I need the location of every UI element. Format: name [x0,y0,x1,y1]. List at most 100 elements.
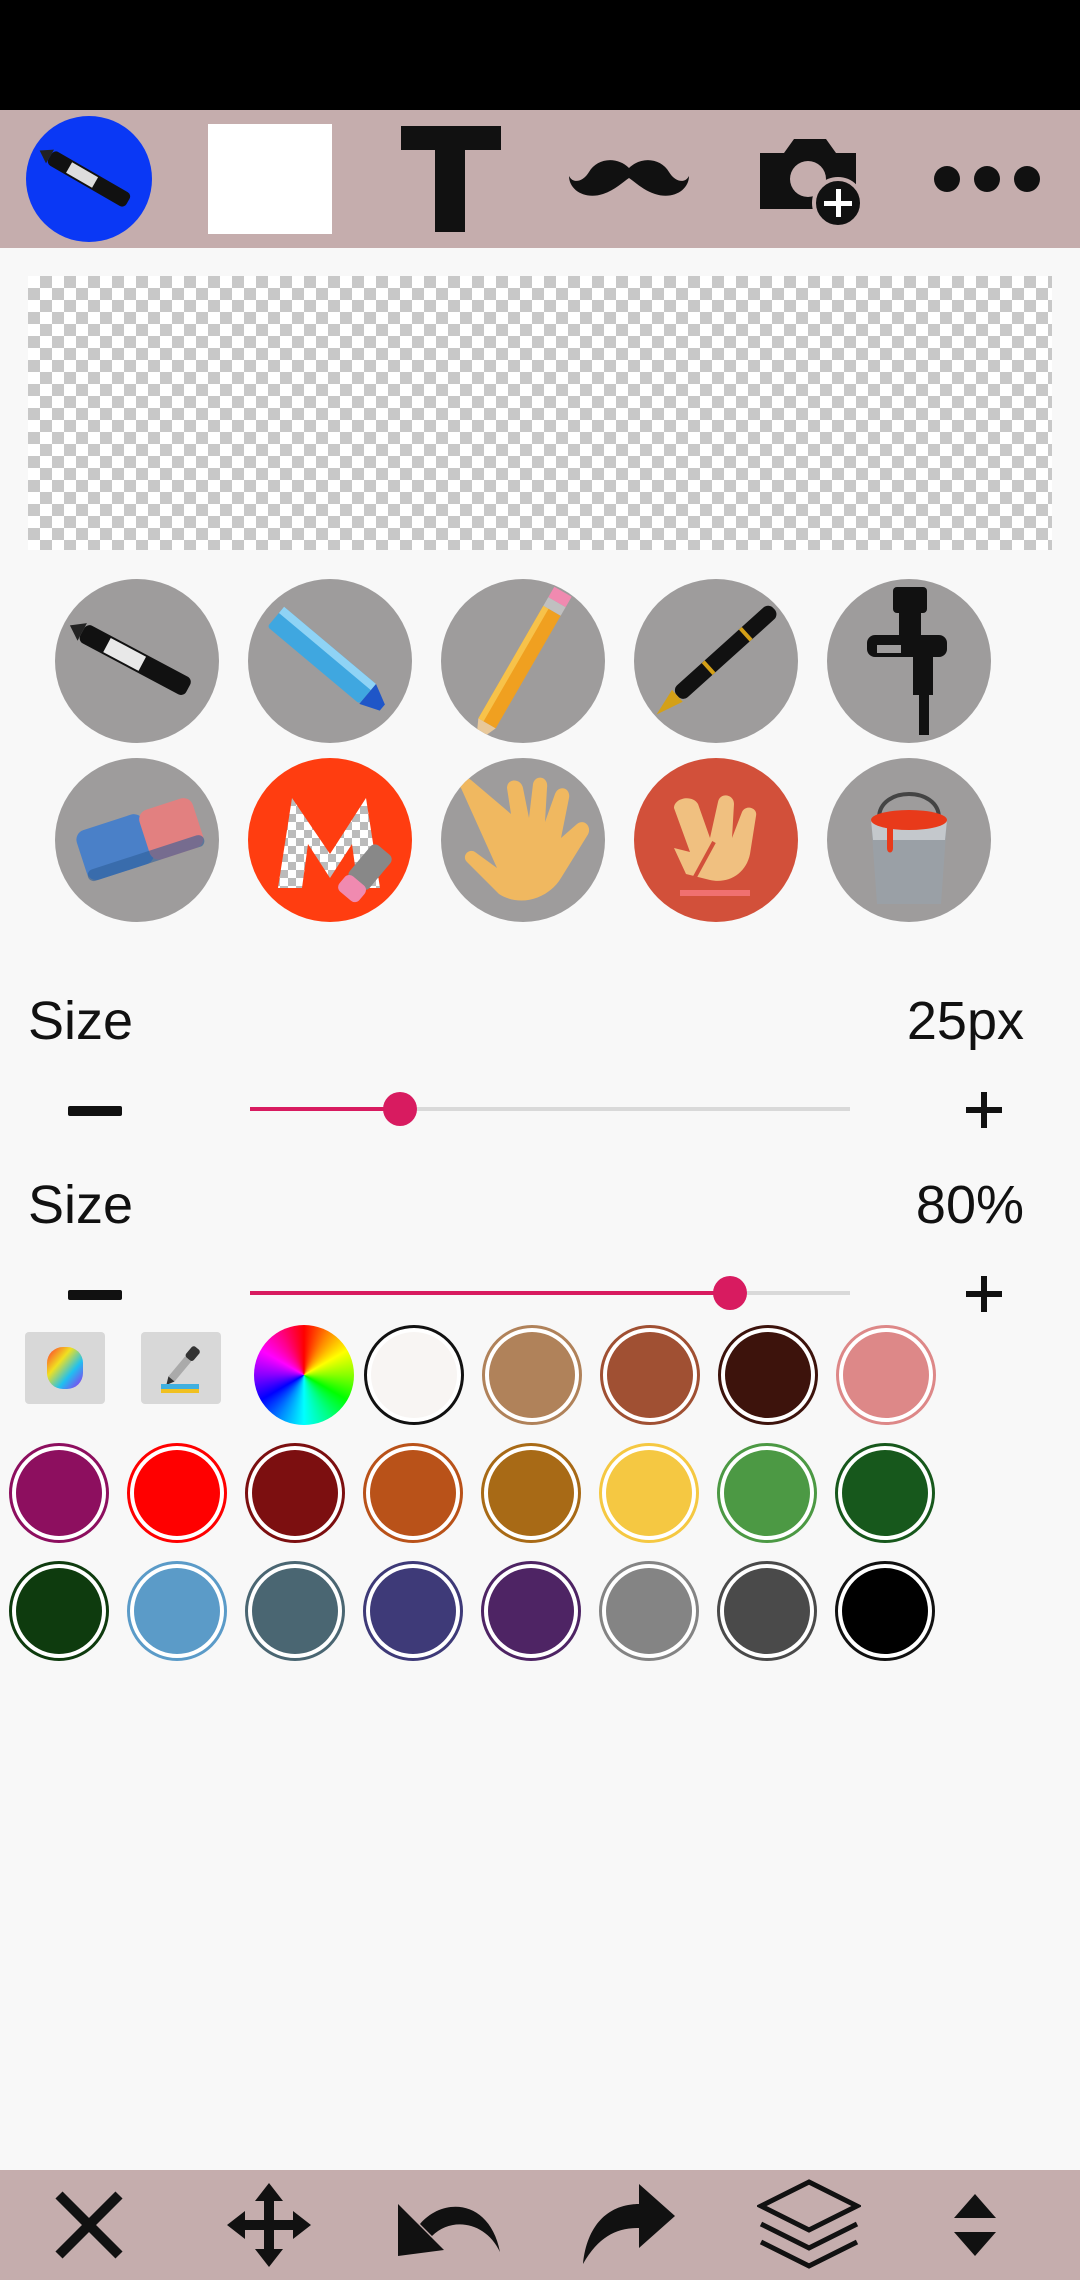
size-slider[interactable] [250,1092,850,1126]
color-swatch-3-4[interactable] [363,1561,463,1661]
highlighter-icon [268,606,385,711]
tool-transparency-eraser[interactable] [248,758,412,922]
color-swatch-fill [724,1568,810,1654]
marker-icon [69,623,191,695]
opacity-increase-button[interactable] [966,1276,1002,1312]
color-picker-icon [47,1347,83,1389]
fountain-pen-icon [656,605,777,715]
size-slider-fill [250,1107,400,1111]
eyedropper-button[interactable] [141,1332,221,1404]
tool-fountain-pen[interactable] [634,579,798,743]
color-swatch-2-5[interactable] [481,1443,581,1543]
mustache-icon [569,160,689,196]
layers-icon [757,2179,861,2269]
more-menu-button[interactable] [924,114,1050,244]
undo-icon [398,2204,500,2256]
color-wheel-icon [254,1325,354,1425]
current-color-button[interactable] [208,124,332,234]
color-swatch-1-4[interactable] [718,1325,818,1425]
tool-highlighter[interactable] [248,579,412,743]
color-swatch-fill [842,1568,928,1654]
text-tool-button[interactable] [392,114,510,244]
color-swatch-1-2[interactable] [482,1325,582,1425]
tool-eraser[interactable] [55,758,219,922]
color-swatch-fill [724,1450,810,1536]
color-swatch-1-5[interactable] [836,1325,936,1425]
color-swatch-3-3[interactable] [245,1561,345,1661]
move-icon [227,2183,311,2267]
color-swatch-fill [606,1450,692,1536]
size-increase-button[interactable] [966,1092,1002,1128]
pencil-icon [476,586,572,743]
color-swatch-fill [16,1568,102,1654]
color-swatch-fill [252,1450,338,1536]
sticker-tool-button[interactable] [566,114,692,244]
brush-preview-canvas [28,276,1052,550]
undo-button[interactable] [384,2170,514,2280]
bottom-toolbar [0,2170,1080,2280]
color-swatch-1-3[interactable] [600,1325,700,1425]
add-photo-button[interactable] [748,114,872,244]
opacity-label: Size [28,1175,134,1235]
opacity-decrease-button[interactable] [68,1290,122,1300]
color-swatch-fill [725,1332,811,1418]
color-swatch-fill [134,1450,220,1536]
more-icon [934,166,1040,192]
tool-finger-smudge[interactable] [634,758,798,922]
tool-pencil[interactable] [441,579,605,743]
close-button[interactable] [24,2170,154,2280]
color-swatch-3-2[interactable] [127,1561,227,1661]
color-swatch-3-1[interactable] [9,1561,109,1661]
color-swatch-fill [842,1450,928,1536]
airbrush-icon [867,587,947,735]
tool-marker[interactable] [55,579,219,743]
tool-paint-bucket[interactable] [827,758,991,922]
color-swatch-2-6[interactable] [599,1443,699,1543]
redo-icon [583,2184,675,2264]
size-decrease-button[interactable] [68,1106,122,1116]
layers-button[interactable] [744,2170,874,2280]
color-swatch-2-1[interactable] [9,1443,109,1543]
size-slider-thumb[interactable] [383,1092,417,1126]
move-button[interactable] [204,2170,334,2280]
camera-add-icon [760,139,864,229]
color-swatch-2-3[interactable] [245,1443,345,1543]
finger-icon [674,795,757,896]
color-swatch-1-1[interactable] [364,1325,464,1425]
opacity-slider[interactable] [250,1276,850,1310]
color-swatch-2-8[interactable] [835,1443,935,1543]
opacity-value: 80% [915,1175,1024,1235]
eraser-icon [76,798,205,882]
color-swatch-fill [606,1568,692,1654]
color-picker-button[interactable] [25,1332,105,1404]
color-swatch-fill [607,1332,693,1418]
color-swatch-fill [252,1568,338,1654]
size-value: 25px [906,991,1024,1051]
color-swatch-3-5[interactable] [481,1561,581,1661]
brush-tool-button[interactable] [26,116,152,242]
color-swatch-fill [16,1450,102,1536]
text-icon [401,126,501,232]
color-swatch-fill [370,1568,456,1654]
color-swatch-3-6[interactable] [599,1561,699,1661]
top-toolbar [0,110,1080,248]
paint-bucket-icon [871,792,947,904]
opacity-slider-thumb[interactable] [713,1276,747,1310]
expand-button[interactable] [910,2170,1040,2280]
color-wheel-button[interactable] [254,1325,354,1425]
color-swatch-3-8[interactable] [835,1561,935,1661]
checker-eraser-icon [278,798,392,903]
status-bar [0,0,1080,110]
color-swatch-2-2[interactable] [127,1443,227,1543]
color-swatch-fill [370,1450,456,1536]
expand-icon [954,2194,996,2256]
color-swatch-fill [488,1450,574,1536]
tool-airbrush[interactable] [827,579,991,743]
opacity-slider-fill [250,1291,730,1295]
redo-button[interactable] [564,2170,694,2280]
tool-hand-pan[interactable] [441,758,605,922]
color-swatch-3-7[interactable] [717,1561,817,1661]
color-swatch-fill [489,1332,575,1418]
color-swatch-2-4[interactable] [363,1443,463,1543]
color-swatch-2-7[interactable] [717,1443,817,1543]
